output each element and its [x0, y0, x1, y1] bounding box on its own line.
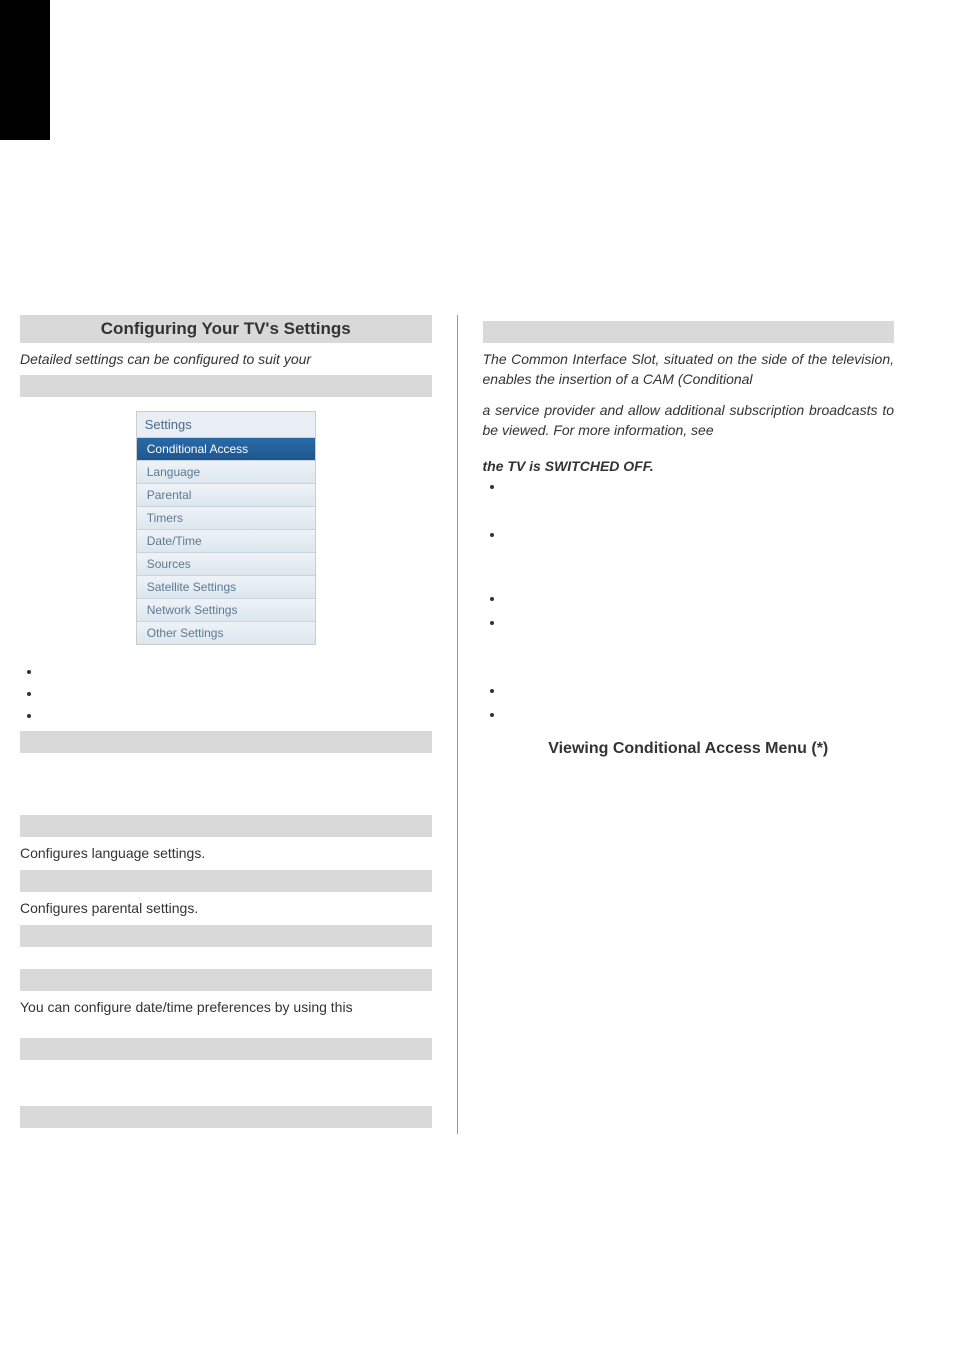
language-desc: Configures language settings. — [20, 843, 432, 864]
right-column: The Common Interface Slot, situated on t… — [463, 315, 915, 1134]
list-item — [505, 614, 895, 678]
side-black-tab — [0, 0, 50, 140]
config-heading: Configuring Your TV's Settings — [20, 315, 432, 343]
menu-item-datetime: Date/Time — [137, 529, 315, 552]
menu-item-timers: Timers — [137, 506, 315, 529]
datetime-desc: You can configure date/time preferences … — [20, 997, 432, 1018]
subhead-blank-2 — [20, 731, 432, 753]
menu-item-conditional-access: Conditional Access — [137, 437, 315, 460]
subhead-blank-3 — [20, 925, 432, 947]
list-item — [42, 707, 432, 725]
list-item — [42, 685, 432, 703]
menu-title: Settings — [137, 412, 315, 437]
menu-item-satellite: Satellite Settings — [137, 575, 315, 598]
parental-desc: Configures parental settings. — [20, 898, 432, 919]
left-column: Configuring Your TV's Settings Detailed … — [0, 315, 452, 1134]
list-item — [505, 478, 895, 522]
subhead-parental — [20, 870, 432, 892]
menu-item-sources: Sources — [137, 552, 315, 575]
menu-item-other: Other Settings — [137, 621, 315, 644]
left-bullet-list-1 — [20, 663, 432, 725]
ci-para-1: The Common Interface Slot, situated on t… — [483, 349, 895, 390]
subhead-language — [20, 815, 432, 837]
list-item — [505, 682, 895, 702]
subhead-right-top — [483, 321, 895, 343]
list-item — [505, 706, 895, 726]
intro-text: Detailed settings can be configured to s… — [20, 349, 432, 369]
list-item — [505, 590, 895, 610]
list-item — [42, 663, 432, 681]
page-content: Configuring Your TV's Settings Detailed … — [0, 140, 954, 1174]
subhead-blank-4 — [20, 1038, 432, 1060]
subhead-datetime — [20, 969, 432, 991]
subhead-blank-5 — [20, 1106, 432, 1128]
column-divider — [457, 315, 458, 1134]
menu-item-language: Language — [137, 460, 315, 483]
settings-menu-screenshot: Settings Conditional Access Language Par… — [136, 411, 316, 645]
menu-item-parental: Parental — [137, 483, 315, 506]
cam-menu-heading: Viewing Conditional Access Menu (*) — [483, 740, 895, 758]
list-item — [505, 526, 895, 586]
switched-off-line: the TV is SWITCHED OFF. — [483, 458, 895, 474]
menu-item-network: Network Settings — [137, 598, 315, 621]
subhead-blank-1 — [20, 375, 432, 397]
ci-para-2: a service provider and allow additional … — [483, 400, 895, 441]
right-bullet-list-1 — [483, 478, 895, 726]
